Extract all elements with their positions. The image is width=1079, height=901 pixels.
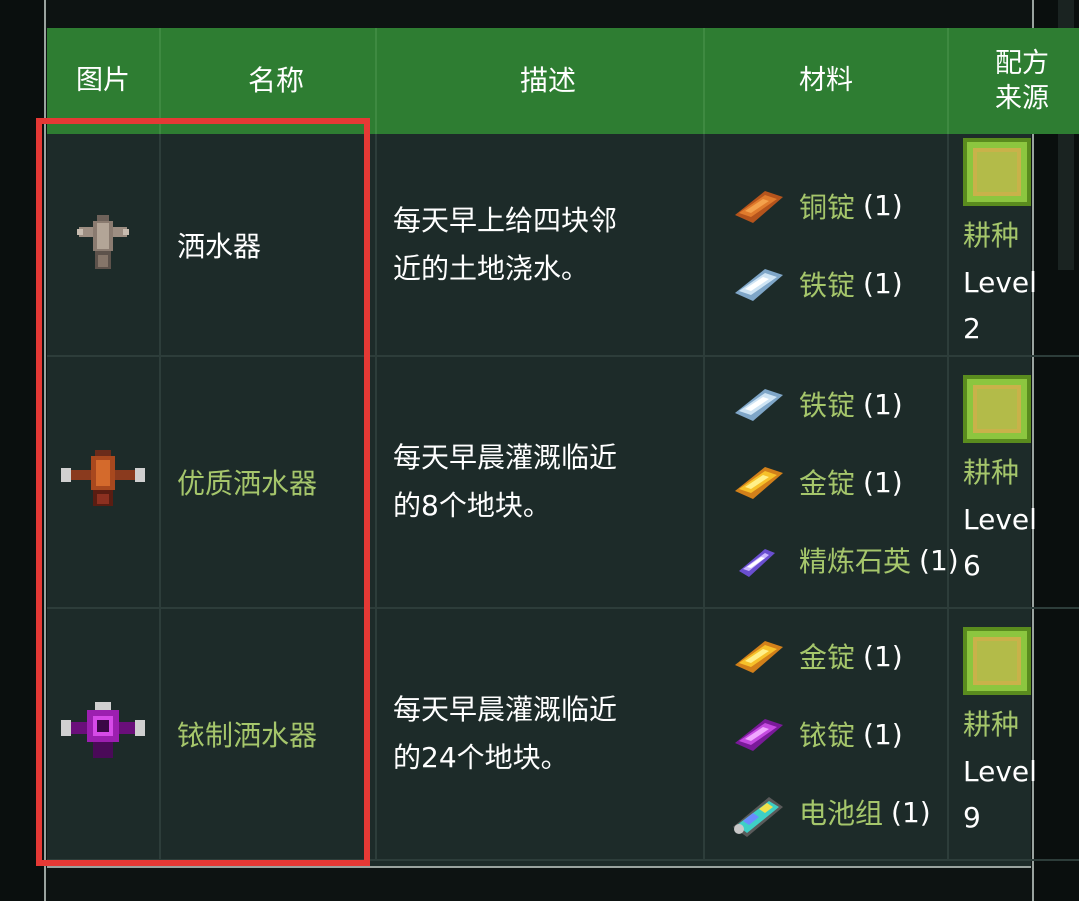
item-description: 每天早晨灌溉临近 的24个地块。	[376, 608, 705, 861]
material-quantity: (1)	[891, 795, 931, 829]
material-quantity: (1)	[863, 717, 903, 751]
battery-pack-icon	[729, 793, 783, 837]
gold-bar-icon	[729, 463, 783, 501]
material-name: 电池组	[799, 797, 884, 830]
item-name: 洒水器	[160, 134, 377, 357]
materials-cell: 铁锭 (1) 金锭 (1) 精炼石英 (1)	[704, 356, 959, 609]
source-cell: 耕种 Level 2	[948, 134, 1079, 357]
item-description: 每天早上给四块邻 近的土地浇水。	[376, 134, 705, 357]
recipe-table-container: 图片 名称 描述 材料 配方 来源 洒水器 每天早上给四块邻 近的土地浇水。 铜…	[47, 28, 1079, 866]
material-item: 精炼石英 (1)	[705, 521, 959, 599]
material-item: 电池组 (1)	[705, 773, 947, 851]
source-skill: 耕种	[963, 708, 1020, 741]
description-line: 近的土地浇水。	[393, 251, 590, 285]
sprinkler-icon	[75, 214, 131, 279]
farming-skill-icon	[963, 375, 1031, 443]
material-quantity: (1)	[919, 543, 959, 577]
source-level-value: 2	[963, 311, 981, 345]
material-item: 金锭 (1)	[705, 617, 947, 695]
table-row: 铱制洒水器 每天早晨灌溉临近 的24个地块。 金锭 (1) 铱锭 (1) 电池组…	[47, 608, 1079, 861]
source-level-value: 6	[963, 549, 981, 582]
material-quantity: (1)	[863, 465, 903, 499]
material-item: 铜锭 (1)	[705, 167, 947, 245]
table-bottom-border	[47, 866, 1031, 868]
material-name: 金锭	[799, 467, 856, 500]
material-name: 铱锭	[799, 719, 856, 752]
material-name: 铁锭	[799, 268, 856, 302]
source-level-label: Level	[963, 755, 1037, 788]
materials-cell: 铜锭 (1) 铁锭 (1)	[704, 134, 949, 357]
item-name: 优质洒水器	[160, 356, 377, 609]
copper-bar-icon	[729, 187, 783, 225]
material-name: 铜锭	[799, 190, 856, 224]
header-image: 图片	[47, 28, 161, 134]
material-quantity: (1)	[863, 387, 903, 421]
material-quantity: (1)	[863, 189, 903, 222]
header-materials: 材料	[704, 28, 949, 134]
material-item: 铱锭 (1)	[705, 695, 947, 773]
farming-skill-icon	[963, 137, 1031, 206]
refined-quartz-icon	[729, 541, 777, 579]
item-image-cell	[47, 608, 161, 861]
item-image-cell	[47, 134, 161, 357]
material-item: 铁锭 (1)	[705, 365, 947, 443]
source-level-value: 9	[963, 801, 981, 834]
source-level-label: Level	[963, 503, 1037, 536]
material-quantity: (1)	[863, 267, 903, 300]
header-name: 名称	[160, 28, 377, 134]
material-name: 精炼石英	[799, 545, 912, 578]
material-name: 金锭	[799, 641, 856, 674]
header-source-line2: 来源	[995, 83, 1049, 114]
table-row: 优质洒水器 每天早晨灌溉临近 的8个地块。 铁锭 (1) 金锭 (1) 精炼石英…	[47, 356, 1079, 609]
source-level-label: Level	[963, 265, 1037, 299]
item-name: 铱制洒水器	[160, 608, 377, 861]
source-skill: 耕种	[963, 456, 1020, 489]
material-item: 铁锭 (1)	[705, 245, 947, 323]
item-image-cell	[47, 356, 161, 609]
iron-bar-icon	[729, 265, 783, 303]
table-row: 洒水器 每天早上给四块邻 近的土地浇水。 铜锭 (1) 铁锭 (1) 耕种 Le…	[47, 134, 1079, 357]
source-skill: 耕种	[963, 218, 1020, 252]
quality-sprinkler-icon	[61, 450, 145, 516]
source-cell: 耕种 Level 9	[948, 608, 1079, 861]
description-line: 的24个地块。	[393, 741, 569, 774]
recipe-table: 图片 名称 描述 材料 配方 来源 洒水器 每天早上给四块邻 近的土地浇水。 铜…	[47, 28, 1079, 861]
gold-bar-icon	[729, 637, 783, 675]
header-source: 配方 来源	[948, 28, 1079, 134]
description-line: 每天早晨灌溉临近	[393, 693, 618, 727]
header-description: 描述	[376, 28, 705, 134]
source-cell: 耕种 Level 6	[948, 356, 1079, 609]
header-source-line1: 配方	[995, 47, 1049, 79]
material-item: 金锭 (1)	[705, 443, 947, 521]
description-line: 的8个地块。	[393, 489, 551, 522]
materials-cell: 金锭 (1) 铱锭 (1) 电池组 (1)	[704, 608, 949, 861]
item-description: 每天早晨灌溉临近 的8个地块。	[376, 356, 705, 609]
iridium-bar-icon	[729, 715, 783, 753]
table-header-row: 图片 名称 描述 材料 配方 来源	[47, 28, 1079, 134]
material-quantity: (1)	[863, 639, 903, 673]
farming-skill-icon	[963, 627, 1031, 695]
iridium-sprinkler-icon	[61, 702, 145, 768]
description-line: 每天早晨灌溉临近	[393, 441, 618, 475]
iron-bar-icon	[729, 385, 783, 423]
description-line: 每天早上给四块邻	[393, 203, 618, 237]
material-name: 铁锭	[799, 389, 856, 422]
